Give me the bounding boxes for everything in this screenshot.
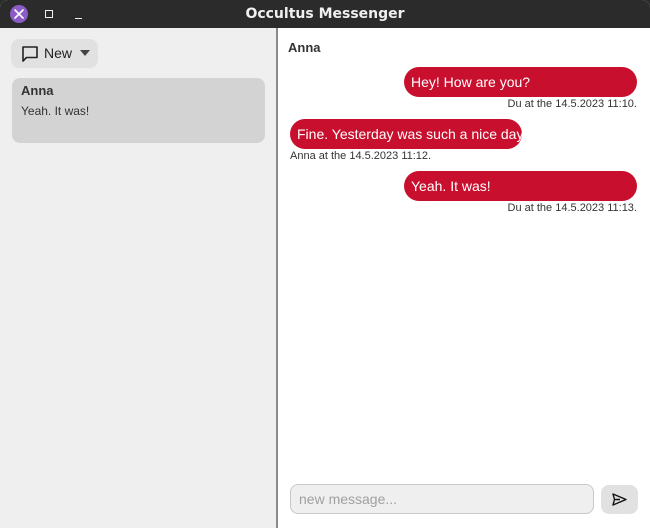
title-bar: Occultus Messenger bbox=[0, 0, 650, 28]
app-window: Occultus Messenger New Anna Yeah. It was… bbox=[0, 0, 650, 528]
conversation-preview: Yeah. It was! bbox=[21, 104, 90, 118]
dropdown-caret-icon[interactable] bbox=[80, 50, 90, 56]
new-conversation-button[interactable]: New bbox=[11, 39, 98, 68]
message-bubble-incoming: Fine. Yesterday was such a nice day. bbox=[290, 119, 526, 149]
new-button-label: New bbox=[44, 45, 73, 61]
chat-pane: Anna Hey! How are you? Du at the 14.5.20… bbox=[278, 28, 650, 528]
message-bubble-outgoing: Yeah. It was! bbox=[404, 171, 637, 201]
message-bubble-outgoing: Hey! How are you? bbox=[404, 67, 637, 97]
conversation-sidebar: New Anna Yeah. It was! bbox=[0, 28, 276, 528]
message-input[interactable] bbox=[290, 484, 594, 514]
chat-bubble-icon bbox=[22, 46, 38, 62]
conversation-name: Anna bbox=[21, 83, 54, 98]
send-button[interactable] bbox=[601, 485, 638, 514]
message-meta: Du at the 14.5.2023 11:13. bbox=[507, 202, 637, 214]
chat-title: Anna bbox=[288, 40, 321, 55]
message-meta: Du at the 14.5.2023 11:10. bbox=[507, 98, 637, 110]
conversation-item-anna[interactable]: Anna Yeah. It was! bbox=[12, 78, 265, 143]
send-icon bbox=[612, 493, 627, 506]
window-title: Occultus Messenger bbox=[245, 6, 405, 22]
message-meta: Anna at the 14.5.2023 11:12. bbox=[290, 150, 432, 162]
